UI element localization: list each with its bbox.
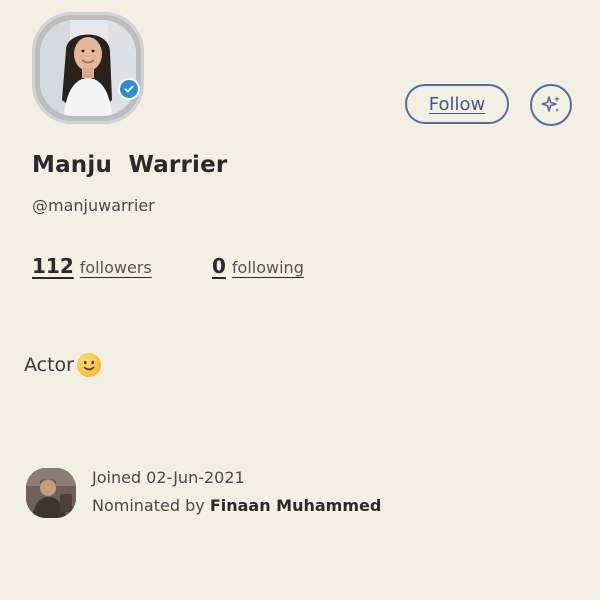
followers-label: followers xyxy=(79,258,152,277)
slightly-smiling-face-icon xyxy=(76,352,102,378)
display-name: Manju Warrier xyxy=(32,152,228,178)
nominated-prefix: Nominated by xyxy=(92,496,210,515)
bio: Actor xyxy=(24,352,102,378)
sparkle-icon xyxy=(539,93,563,117)
nominator-avatar[interactable] xyxy=(26,468,76,518)
nominated-by: Nominated by Finaan Muhammed xyxy=(92,496,381,515)
joined-date: Joined 02-Jun-2021 xyxy=(92,468,245,487)
follow-button[interactable]: Follow xyxy=(405,84,509,124)
nominator-name-link[interactable]: Finaan Muhammed xyxy=(210,496,382,515)
sparkle-button[interactable] xyxy=(530,84,572,126)
following-link[interactable]: 0 following xyxy=(212,254,304,278)
followers-link[interactable]: 112 followers xyxy=(32,254,152,278)
following-label: following xyxy=(231,258,304,277)
profile-photo xyxy=(40,20,136,116)
following-count: 0 xyxy=(212,254,226,278)
verified-badge-icon xyxy=(118,78,140,100)
followers-count: 112 xyxy=(32,254,74,278)
bio-text: Actor xyxy=(24,354,74,376)
profile-avatar[interactable] xyxy=(32,12,144,124)
username: @manjuwarrier xyxy=(32,196,155,215)
